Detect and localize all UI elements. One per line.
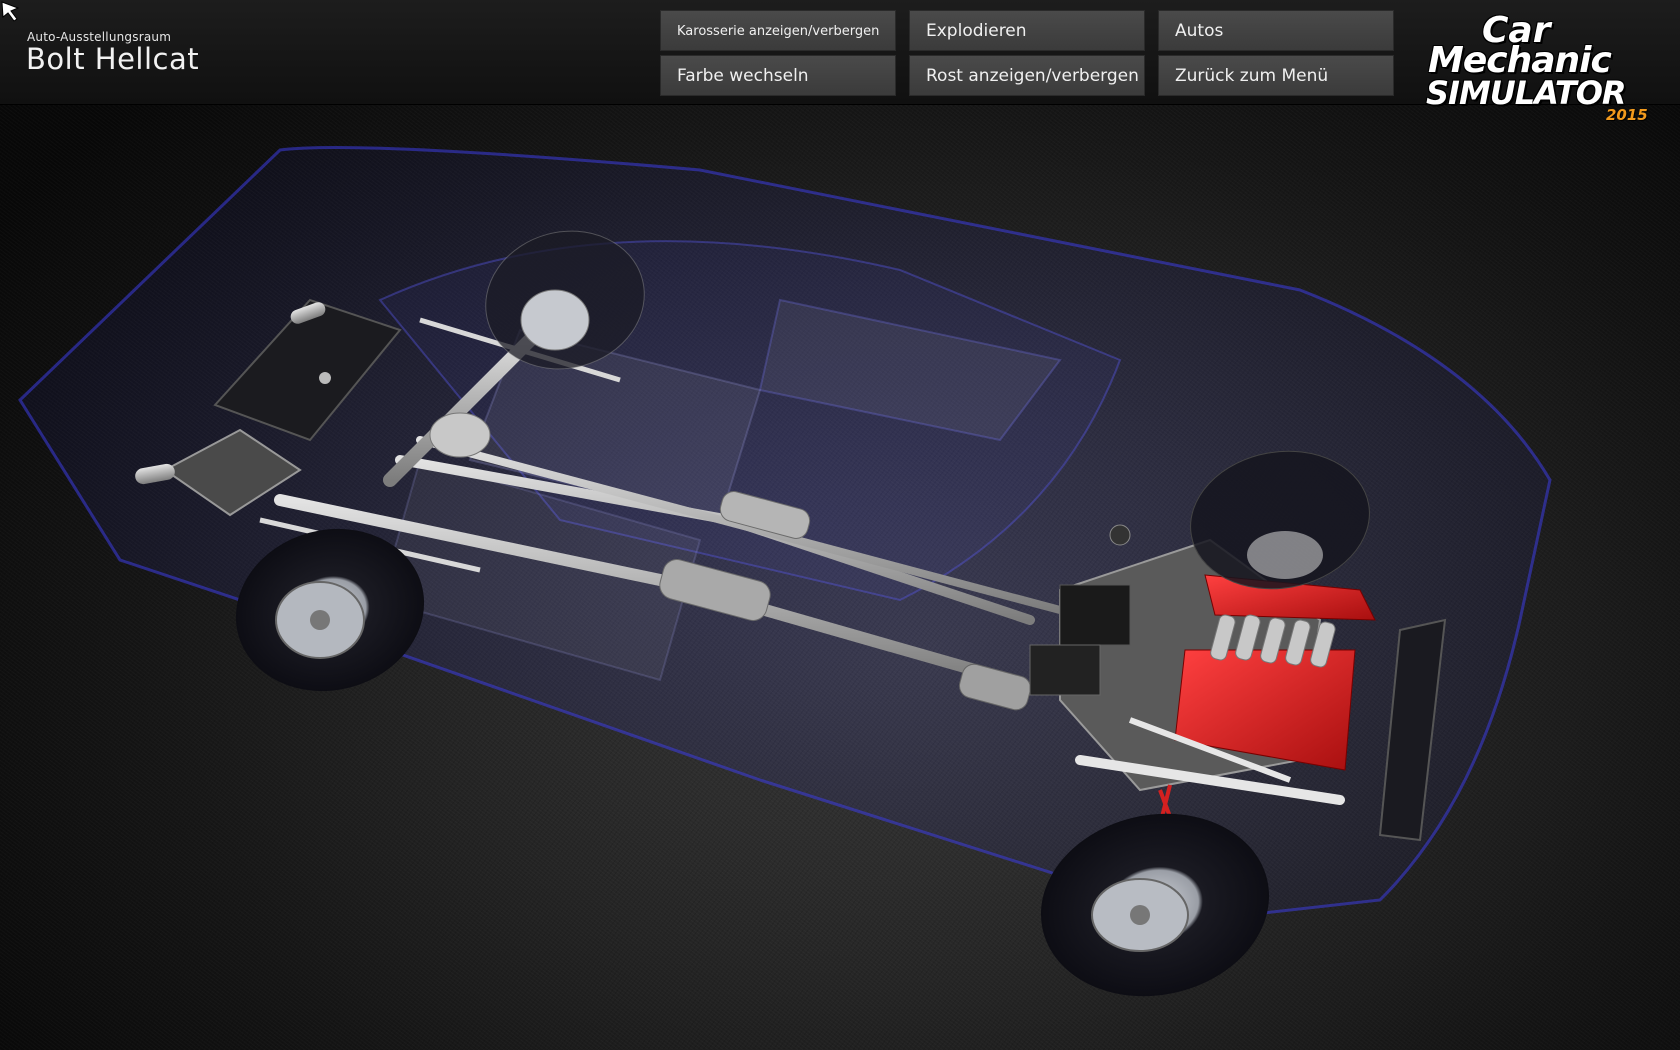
back-to-menu-button[interactable]: Zurück zum Menü <box>1158 55 1394 96</box>
explode-button[interactable]: Explodieren <box>909 10 1145 51</box>
car-name: Bolt Hellcat <box>26 42 200 76</box>
toggle-body-button[interactable]: Karosserie anzeigen/verbergen <box>660 10 896 51</box>
showroom-viewport[interactable]: Auto-Ausstellungsraum Bolt Hellcat Karos… <box>0 0 1680 1050</box>
toggle-rust-button[interactable]: Rost anzeigen/verbergen <box>909 55 1145 96</box>
mouse-cursor-icon <box>1 1 20 22</box>
logo-line-3: SIMULATOR <box>1426 74 1627 112</box>
logo-year: 2015 <box>1606 106 1648 124</box>
change-color-button[interactable]: Farbe wechseln <box>660 55 896 96</box>
cars-button[interactable]: Autos <box>1158 10 1394 51</box>
game-logo: Car Mechanic SIMULATOR 2015 <box>1420 8 1670 126</box>
car-3d-view[interactable] <box>0 0 1680 1050</box>
